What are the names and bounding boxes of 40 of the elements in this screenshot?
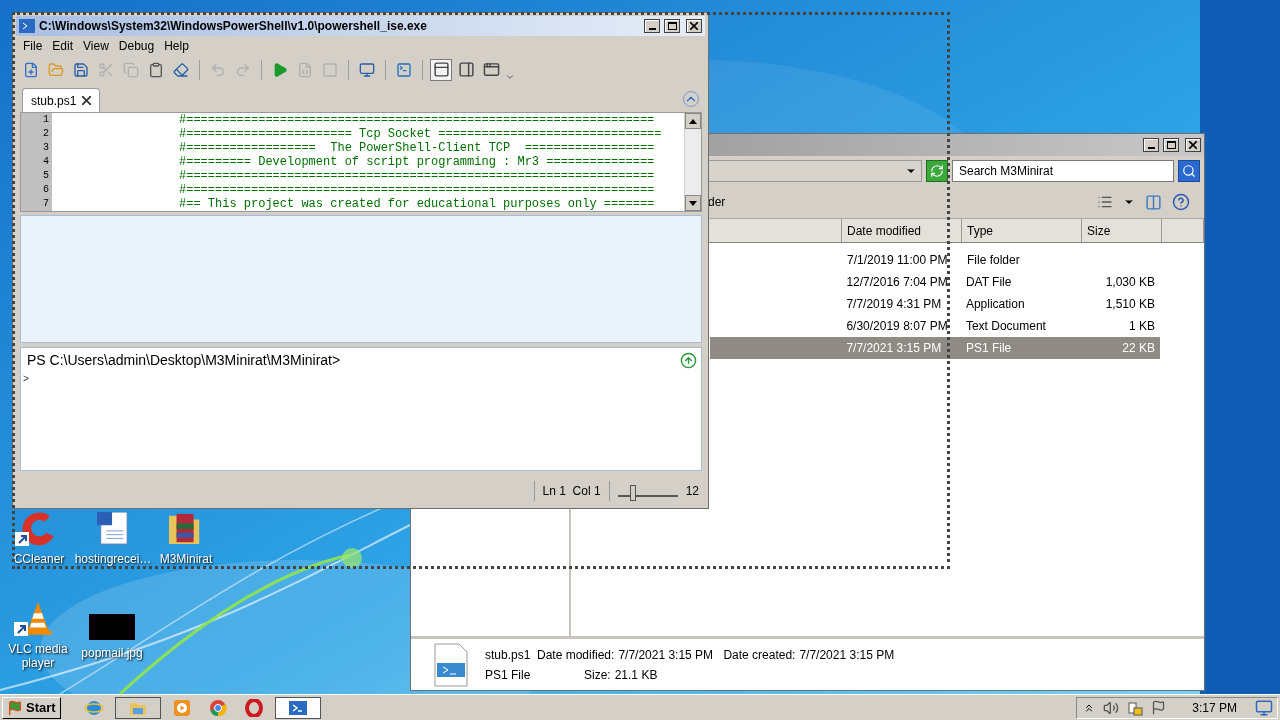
file-name: stub.ps1 [485, 647, 532, 662]
code-line: #================== The PowerShell-Client TCP ================== [179, 141, 656, 156]
code-line: #========= Development of script programming : Mr3 =============== [179, 155, 656, 170]
property-value: 7/7/2021 3:15 PM [799, 647, 895, 662]
line-number: 3 [42, 141, 50, 156]
code-line: #== This project was created for educational purposes only ======= [179, 197, 656, 212]
size-cell-text: 1,510 KB [1104, 296, 1156, 313]
code-line: #================================================================= [179, 113, 656, 128]
property-value: 21.1 KB [614, 667, 658, 682]
type-cell-text: Text Document [964, 318, 1047, 335]
line-number: 5 [42, 169, 50, 184]
property-value: 7/7/2021 3:15 PM [618, 647, 715, 662]
type-cell-text: Application [964, 296, 1026, 313]
line-number: 6 [42, 183, 50, 198]
date-cell-text: 6/30/2019 8:07 PM [845, 318, 949, 335]
date-cell-text: 12/7/2016 7:04 PM [845, 274, 949, 291]
cursor-position: Ln 1 Col 1 [542, 484, 601, 499]
line-number: 4 [42, 155, 50, 170]
size-cell-text: 1 KB [1128, 318, 1156, 335]
line-number: 7 [42, 197, 50, 212]
size-cell-text: 1,030 KB [1104, 274, 1156, 291]
code-line: #======================= Tcp Socket =============================== [179, 127, 663, 142]
file-type: PS1 File [485, 667, 532, 682]
type-cell-text: DAT File [964, 274, 1013, 291]
date-cell-text: 7/1/2019 11:00 PM [846, 252, 949, 269]
property-label: Date created: [723, 647, 796, 662]
property-label: Size: [584, 667, 611, 682]
size-cell-text: 22 KB [1121, 340, 1156, 357]
line-number: 1 [42, 113, 50, 128]
window-title: C:\Windows\System32\WindowsPowerShell\v1.0\powershell_ise.exe [39, 18, 428, 33]
type-cell-text: File folder [966, 252, 1021, 269]
property-label: Date modified: [537, 647, 615, 662]
code-line: #================================================================= [179, 169, 656, 184]
type-cell-text: PS1 File [964, 340, 1013, 357]
zoom-reading: 12 [685, 484, 699, 499]
date-cell-text: 7/7/2019 4:31 PM [845, 296, 943, 313]
console-prompt: PS C:\Users\admin\Desktop\M3Minirat\M3Minirat> [27, 351, 341, 368]
code-line: #================================================================= [179, 183, 656, 198]
line-number: 2 [42, 127, 50, 142]
date-cell-text: 7/7/2021 3:15 PM [845, 340, 943, 357]
